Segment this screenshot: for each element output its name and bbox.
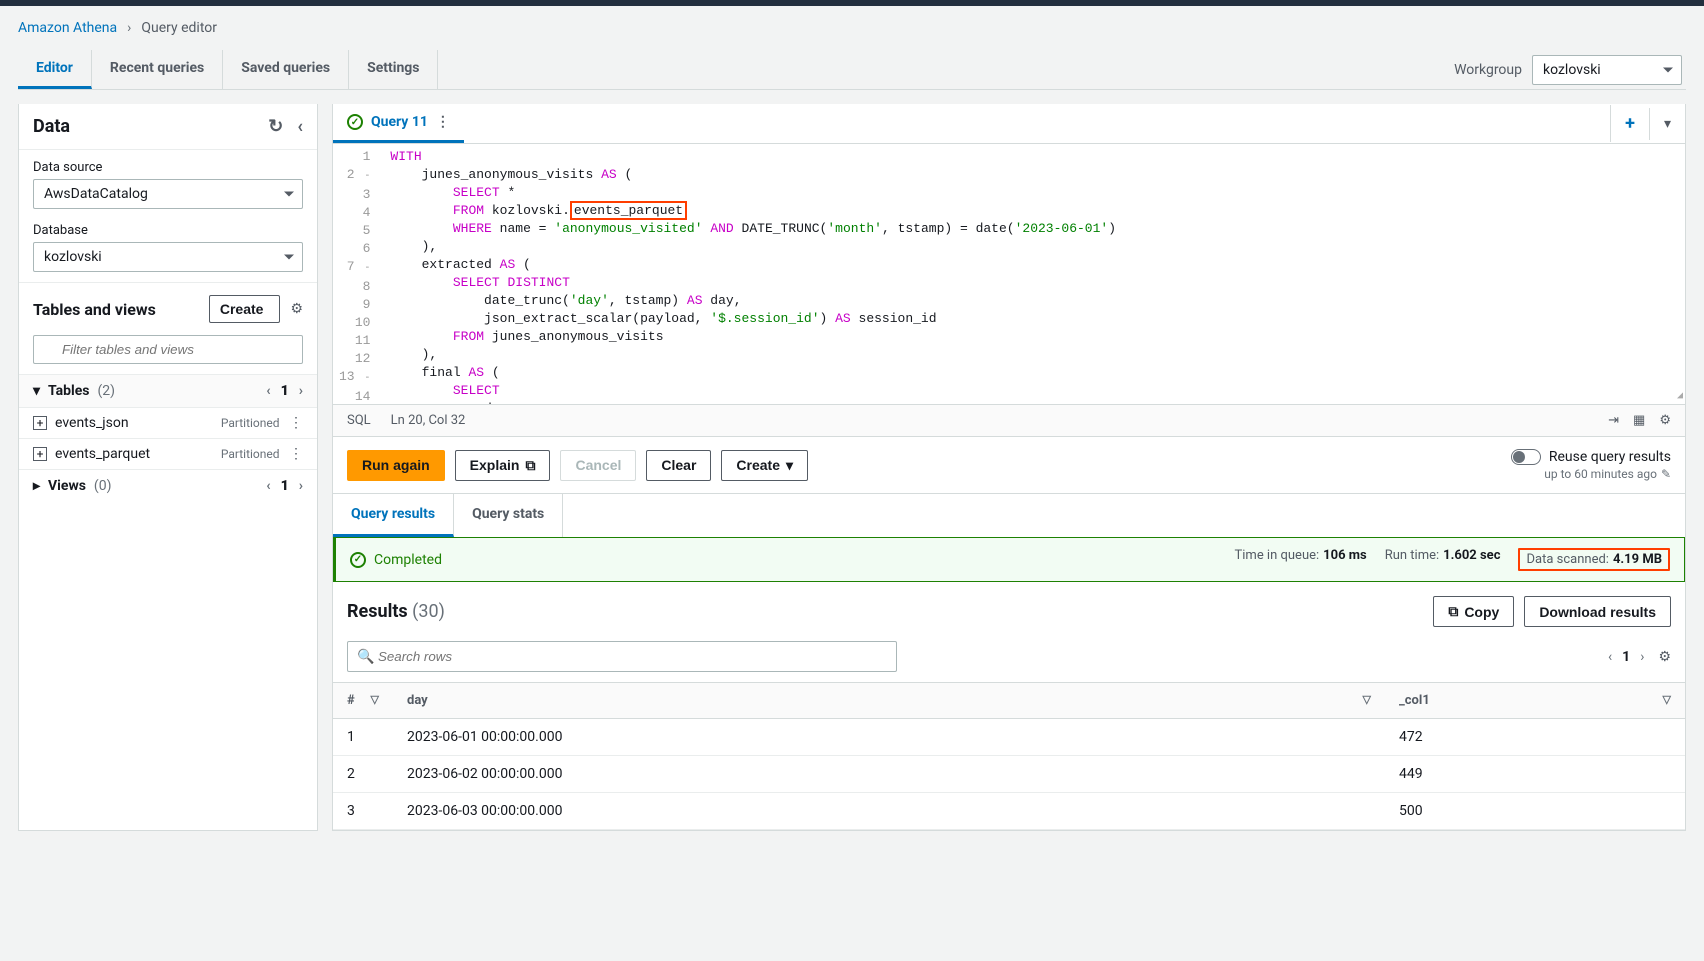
workgroup-select[interactable]: kozlovski [1532,55,1682,85]
status-row: ✓ Completed Time in queue:106 ms Run tim… [333,537,1685,582]
resize-handle-icon[interactable]: ◢ [1677,390,1683,402]
caret-down-icon [1663,67,1673,72]
table-icon[interactable]: ▦ [1633,413,1645,428]
sort-icon[interactable]: ▽ [1363,693,1371,706]
clear-button[interactable]: Clear [646,450,711,481]
reuse-label: Reuse query results [1549,449,1671,465]
collapse-icon[interactable]: ‹ [297,116,303,137]
tab-query-stats[interactable]: Query stats [454,494,563,537]
breadcrumb: Amazon Athena › Query editor [18,20,1686,36]
query-tab[interactable]: ✓ Query 11 ⋮ [333,104,464,143]
breadcrumb-current: Query editor [141,20,217,36]
table-item[interactable]: + events_parquet Partitioned ⋮ [19,438,317,469]
lang-indicator: SQL [347,413,371,428]
prev-icon[interactable]: ‹ [266,478,270,494]
cancel-button: Cancel [560,450,636,481]
gear-icon[interactable]: ⚙ [290,301,303,317]
table-row: 32023-06-03 00:00:00.000500 [333,793,1685,830]
kebab-icon[interactable]: ⋮ [289,446,303,462]
external-link-icon: ⧉ [525,457,535,474]
gear-icon[interactable]: ⚙ [1659,413,1671,428]
tab-recent-queries[interactable]: Recent queries [92,50,223,89]
search-rows-input[interactable] [347,641,897,672]
download-button[interactable]: Download results [1524,596,1671,627]
results-table: #▽ day▽ _col1▽ 12023-06-01 00:00:00.0004… [333,682,1685,830]
workgroup-label: Workgroup [1454,62,1522,78]
expand-icon[interactable]: + [33,416,47,430]
run-again-button[interactable]: Run again [347,450,445,481]
wrap-icon[interactable]: ⇥ [1608,413,1619,428]
tab-editor[interactable]: Editor [18,50,92,89]
create-dropdown-button[interactable]: Create ▾ [721,450,808,481]
data-scanned-highlight: Data scanned:4.19 MB [1518,548,1670,571]
sort-icon[interactable]: ▽ [1663,693,1671,706]
prev-icon[interactable]: ‹ [1608,649,1612,665]
check-circle-icon: ✓ [347,114,363,130]
reuse-toggle[interactable] [1511,449,1541,465]
check-circle-icon: ✓ [350,552,366,568]
gear-icon[interactable]: ⚙ [1658,649,1671,665]
table-row: 12023-06-01 00:00:00.000472 [333,719,1685,756]
main-tabs: Editor Recent queries Saved queries Sett… [18,50,438,89]
prev-icon[interactable]: ‹ [266,383,270,399]
tab-saved-queries[interactable]: Saved queries [223,50,349,89]
sidebar-title: Data [33,116,70,137]
tables-views-title: Tables and views [33,300,156,319]
next-icon[interactable]: › [299,383,303,399]
expand-icon[interactable]: + [33,447,47,461]
datasource-select[interactable]: AwsDataCatalog [33,179,303,209]
table-item[interactable]: + events_json Partitioned ⋮ [19,407,317,438]
results-paginator: ‹ 1 › [1608,649,1644,665]
sort-icon[interactable]: ▽ [371,693,379,706]
edit-icon[interactable]: ✎ [1661,467,1671,481]
database-label: Database [33,223,303,238]
views-header-row[interactable]: ▸ Views (0) ‹ 1 › [19,469,317,502]
data-sidebar: Data ↻ ‹ Data source AwsDataCatalog Data… [18,104,318,831]
next-icon[interactable]: › [1640,649,1644,665]
create-button[interactable]: Create [209,295,281,323]
kebab-icon[interactable]: ⋮ [289,415,303,431]
copy-button[interactable]: ⧉ Copy [1433,596,1514,627]
next-icon[interactable]: › [299,478,303,494]
refresh-icon[interactable]: ↻ [268,116,283,137]
copy-icon: ⧉ [1448,603,1458,620]
tab-settings[interactable]: Settings [349,50,438,89]
database-select[interactable]: kozlovski [33,242,303,272]
datasource-label: Data source [33,160,303,175]
caret-down-icon [284,192,294,197]
tab-query-results[interactable]: Query results [333,494,454,537]
table-row: 22023-06-02 00:00:00.000449 [333,756,1685,793]
breadcrumb-service[interactable]: Amazon Athena [18,20,117,36]
search-icon: 🔍 [357,649,374,665]
results-title: Results [347,601,408,622]
chevron-right-icon: › [127,20,131,36]
kebab-icon[interactable]: ⋮ [436,114,450,130]
caret-down-icon [284,255,294,260]
cursor-position: Ln 20, Col 32 [391,413,466,428]
tab-menu-button[interactable]: ▾ [1649,108,1685,140]
explain-button[interactable]: Explain ⧉ [455,450,551,481]
new-tab-button[interactable]: + [1610,105,1649,142]
code-editor[interactable]: 12 -34567 -8910111213 -1415 WITH junes_a… [333,144,1685,404]
filter-input[interactable] [33,335,303,364]
tables-header-row[interactable]: ▾ Tables (2) ‹ 1 › [19,374,317,407]
